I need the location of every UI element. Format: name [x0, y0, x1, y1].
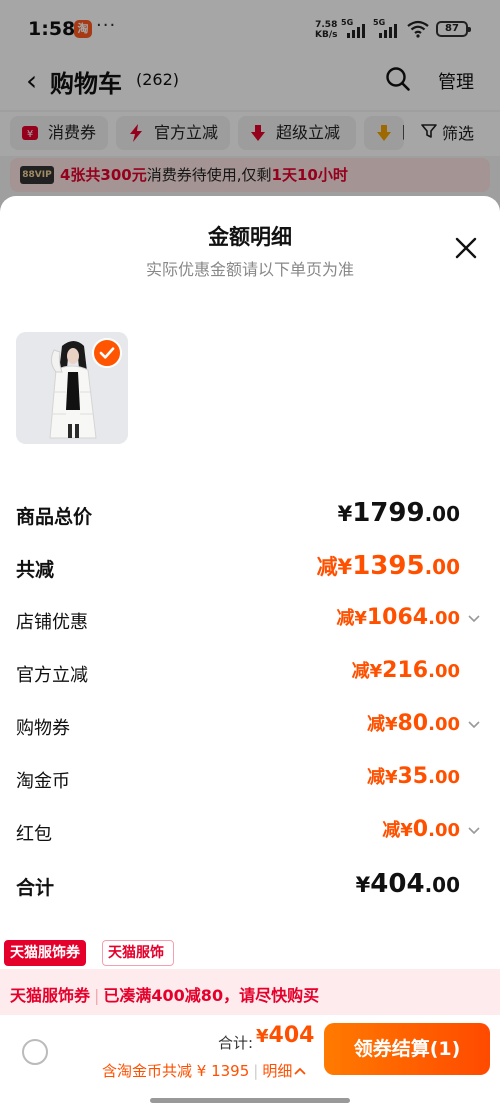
subtotal-amount: ¥1799.00 — [337, 498, 460, 528]
grand-total-amount: ¥404.00 — [355, 869, 460, 899]
chevron-up-icon — [294, 1067, 306, 1075]
total-discount-amount: 减¥1395.00 — [316, 551, 460, 581]
row-store-discount[interactable]: 店铺优惠 减¥1064.00 — [0, 600, 500, 640]
select-all-checkbox[interactable] — [22, 1039, 48, 1065]
store-discount-amount: 减¥1064.00 — [336, 605, 460, 630]
taojinbi-amount: 减¥35.00 — [366, 764, 460, 789]
total-amount: ¥404 — [256, 1023, 315, 1048]
sheet-title: 金额明细 — [208, 225, 292, 249]
home-indicator[interactable] — [150, 1098, 350, 1103]
official-discount-amount: 减¥216.00 — [351, 658, 460, 683]
row-total-discount: 共减 减¥1395.00 — [16, 551, 460, 581]
shopping-voucher-amount: 减¥80.00 — [366, 711, 460, 736]
tmall-apparel-tag: 天猫服饰 — [102, 940, 174, 966]
chevron-down-icon[interactable] — [467, 614, 481, 624]
row-official-discount: 官方立减 减¥216.00 — [16, 658, 460, 686]
close-icon[interactable] — [454, 236, 478, 260]
checkout-button[interactable]: 领券结算(1) — [324, 1023, 490, 1075]
checkout-bar: 合计: ¥404 含淘金币共减 ¥ 1395 | 明细 领券结算(1) — [0, 1015, 500, 1111]
promo-bar: 天猫服饰券 | 已凑满400减80，请尽快购买 — [0, 969, 500, 1015]
tmall-apparel-coupon-tag: 天猫服饰券 — [4, 940, 86, 966]
row-red-packet[interactable]: 红包 减¥0.00 — [0, 812, 500, 852]
row-grand-total: 合计 ¥404.00 — [16, 869, 460, 899]
sheet-subtitle: 实际优惠金额请以下单页为准 — [145, 260, 354, 279]
chevron-down-icon[interactable] — [467, 720, 481, 730]
chevron-down-icon[interactable] — [467, 826, 481, 836]
row-taojinbi: 淘金币 减¥35.00 — [16, 764, 460, 792]
cart-page: 1:58 淘 ··· 7.58 KB/s 5G 5G 87 ‹ 购物车 (262… — [0, 0, 500, 1111]
price-detail-sheet: 金额明细 实际优惠金额请以下单页为准 商品总价 ¥1799.00 共减 减¥13… — [0, 196, 500, 1111]
row-subtotal: 商品总价 ¥1799.00 — [16, 498, 460, 528]
discount-detail-link[interactable]: 含淘金币共减 ¥ 1395 | 明细 — [102, 1060, 306, 1081]
total-label: 合计: — [218, 1034, 254, 1052]
red-packet-amount: 减¥0.00 — [382, 817, 460, 842]
row-shopping-voucher[interactable]: 购物券 减¥80.00 — [0, 706, 500, 746]
selected-check-icon[interactable] — [92, 338, 122, 368]
